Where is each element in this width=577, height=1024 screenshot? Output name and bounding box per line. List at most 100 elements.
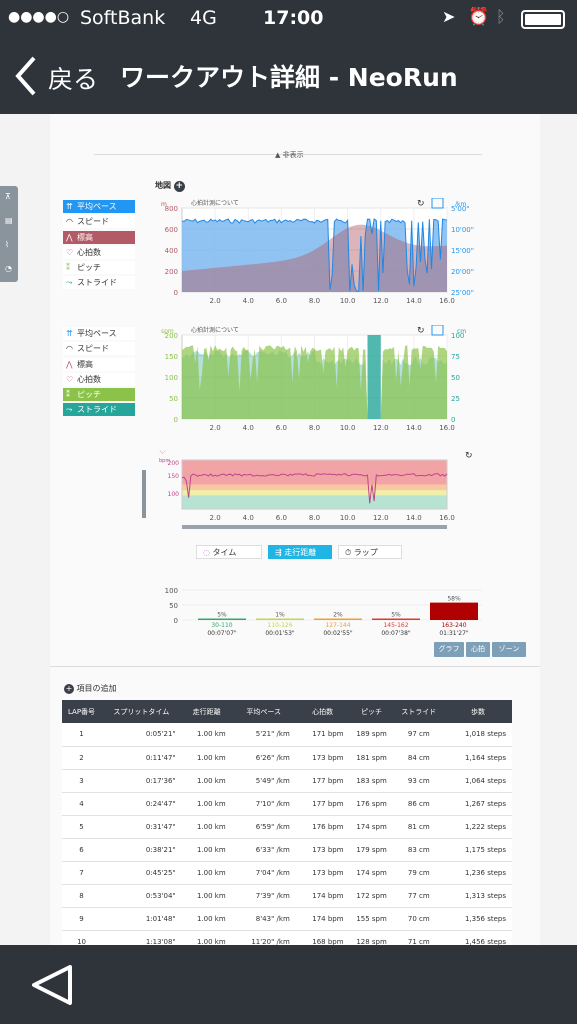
legend2-elevation-label: 標高: [77, 360, 93, 369]
table-cell: 1,456 steps: [444, 930, 512, 945]
legend1-elevation-label: 標高: [77, 233, 93, 242]
table-row[interactable]: 8 0:53'04" 1.00 km 7'39" /km 174 bpm 172 spm 7…: [62, 884, 512, 908]
column-header[interactable]: ストライド: [393, 700, 445, 723]
table-cell: 173 bpm: [295, 861, 350, 885]
legend2-pace-label: 平均ペース: [77, 329, 117, 338]
workout-card: ▲ 非表示 地図 + ⇈ 平均ペース ◠ スピード ⋀ 標高 ♡ 心拍数 ⁑ ピッチ ⤳ ス…: [50, 114, 540, 945]
segment-distance[interactable]: ⇶ 走行距離: [268, 545, 332, 559]
x-tick-label: 12.0: [373, 424, 389, 432]
table-row[interactable]: 1 0:05'21" 1.00 km 5'21" /km 171 bpm 189 spm 9…: [62, 723, 512, 747]
speedometer-icon: ◠: [66, 344, 73, 353]
table-cell: 11'20" /km: [231, 930, 296, 945]
legend1-stride[interactable]: ⤳ ストライド: [63, 276, 135, 289]
zone-graph-button[interactable]: グラフ: [434, 642, 464, 657]
zone-zone-button[interactable]: ゾーン: [492, 642, 526, 657]
table-cell: 1:13'08": [101, 930, 182, 945]
zone-bar: [198, 618, 246, 620]
column-header[interactable]: 平均ペース: [231, 700, 296, 723]
divider: [50, 666, 540, 667]
legend1-pitch[interactable]: ⁑ ピッチ: [63, 261, 135, 274]
y-tick-label: 150: [165, 353, 178, 361]
table-cell: 189 spm: [349, 723, 394, 747]
heart-icon: ♡: [66, 248, 74, 257]
column-header[interactable]: スプリットタイム: [101, 700, 182, 723]
table-row[interactable]: 4 0:24'47" 1.00 km 7'10" /km 177 bpm 176 spm 8…: [62, 792, 512, 816]
legend2-elevation[interactable]: ⋀ 標高: [63, 358, 135, 371]
table-cell: 177 bpm: [295, 792, 350, 816]
table-cell: 7: [62, 861, 102, 885]
table-row[interactable]: 6 0:38'21" 1.00 km 6'33" /km 173 bpm 179 spm 8…: [62, 838, 512, 862]
legend2-heartrate[interactable]: ♡ 心拍数: [63, 373, 135, 386]
lap-table-header: LAP番号 スプリットタイム 走行距離 平均ペース 心拍数 ピッチ ストライド 歩数: [62, 700, 512, 723]
table-cell: 181 spm: [349, 746, 394, 770]
collapse-icon[interactable]: ⊼: [5, 192, 11, 201]
x-tick-label: 14.0: [406, 424, 422, 432]
table-row[interactable]: 2 0:11'47" 1.00 km 6'26" /km 173 bpm 181 spm 8…: [62, 746, 512, 770]
timer-icon[interactable]: ◔: [5, 264, 12, 273]
table-cell: 1.00 km: [181, 815, 232, 839]
hide-label: 非表示: [282, 151, 304, 159]
add-item-button[interactable]: + 項目の追加: [64, 683, 117, 694]
zoom-icon: [431, 198, 444, 209]
chevron-left-icon: [15, 56, 36, 96]
pace-icon: ⇈: [66, 202, 73, 211]
legend2-pitch[interactable]: ⁑ ピッチ: [63, 388, 135, 401]
x-tick-label: 2.0: [210, 297, 221, 305]
reset-icon: ↻: [465, 451, 473, 461]
map-toggle[interactable]: 地図 +: [155, 180, 185, 192]
zone-range: 145-162: [383, 622, 408, 629]
table-cell: 7'04" /km: [231, 861, 296, 885]
chart-icon[interactable]: ⌇: [5, 240, 9, 249]
table-cell: 0:45'25": [101, 861, 182, 885]
y-tick-label: 100: [165, 374, 178, 382]
legend1-pace[interactable]: ⇈ 平均ペース: [63, 200, 135, 213]
table-row[interactable]: 10 1:13'08" 1.00 km 11'20" /km 168 bpm 128 sp…: [62, 930, 512, 945]
add-circle-icon: +: [64, 684, 74, 694]
table-cell: 3: [62, 769, 102, 793]
mountain-icon: ⋀: [66, 360, 73, 369]
legend2-stride[interactable]: ⤳ ストライド: [63, 403, 135, 416]
table-row[interactable]: 7 0:45'25" 1.00 km 7'04" /km 173 bpm 174 spm 7…: [62, 861, 512, 885]
alarm-icon: ⏰: [468, 7, 490, 27]
zone-percent: 5%: [217, 612, 227, 619]
pace-icon: ⇈: [66, 329, 73, 338]
table-row[interactable]: 5 0:31'47" 1.00 km 6'59" /km 176 bpm 174 spm 8…: [62, 815, 512, 839]
legend1-speed[interactable]: ◠ スピード: [63, 215, 135, 228]
x-tick-label: 4.0: [243, 297, 254, 305]
column-header[interactable]: ピッチ: [349, 700, 394, 723]
pace-elevation-chart: 80060040020005'00"10'00"15'00"20'00"25'0…: [161, 198, 474, 305]
legend2-stride-label: ストライド: [77, 405, 117, 414]
hide-toggle[interactable]: ▲ 非表示: [275, 150, 304, 160]
zone-bar: [314, 618, 362, 620]
column-header[interactable]: 心拍数: [295, 700, 350, 723]
x-tick-label: 16.0: [439, 424, 455, 432]
legend1-heartrate[interactable]: ♡ 心拍数: [63, 246, 135, 259]
back-button[interactable]: 戻る: [12, 54, 108, 98]
back-triangle-icon[interactable]: [28, 963, 76, 1007]
reset-icon: ↻: [417, 199, 425, 209]
table-cell: 1.00 km: [181, 723, 232, 747]
side-tab-strip[interactable]: ⊼ ▤ ⌇ ◔: [0, 186, 18, 282]
right-unit: /km: [455, 201, 466, 208]
left-unit: m: [161, 201, 167, 208]
x-tick-label: 4.0: [243, 514, 254, 522]
x-tick-label: 16.0: [439, 514, 455, 522]
table-cell: 1.00 km: [181, 769, 232, 793]
document-icon[interactable]: ▤: [5, 216, 13, 225]
zone-heart-button[interactable]: 心拍: [466, 642, 490, 657]
table-row[interactable]: 9 1:01'48" 1.00 km 8'43" /km 174 bpm 155 spm 7…: [62, 907, 512, 931]
column-header[interactable]: LAP番号: [62, 700, 102, 723]
map-label: 地図: [155, 181, 171, 190]
legend2-speed[interactable]: ◠ スピード: [63, 342, 135, 355]
table-row[interactable]: 3 0:17'36" 1.00 km 5'49" /km 177 bpm 183 spm 9…: [62, 769, 512, 793]
y2-tick-label: 15'00": [451, 247, 474, 255]
chart3-scroll-handle[interactable]: [142, 470, 146, 518]
column-header[interactable]: 歩数: [444, 700, 512, 723]
legend2-pace[interactable]: ⇈ 平均ペース: [63, 327, 135, 340]
segment-lap[interactable]: ⏱ ラップ: [338, 545, 402, 559]
segment-time[interactable]: ◌ タイム: [196, 545, 262, 559]
column-header[interactable]: 走行距離: [181, 700, 232, 723]
legend1-elevation[interactable]: ⋀ 標高: [63, 231, 135, 244]
table-cell: 93 cm: [393, 769, 445, 793]
y-tick-label: 200: [165, 268, 178, 276]
